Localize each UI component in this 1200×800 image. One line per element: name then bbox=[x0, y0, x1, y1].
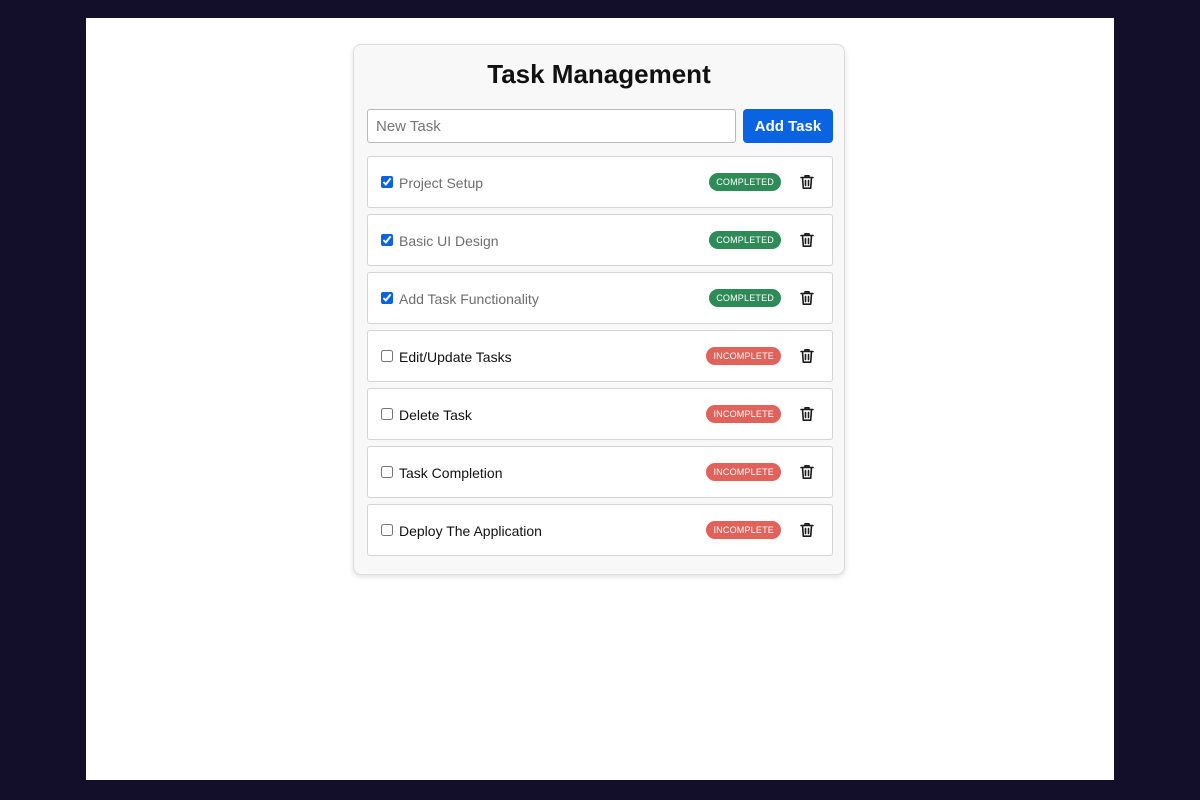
delete-task-button[interactable] bbox=[797, 230, 817, 250]
task-list: Project Setup COMPLETED Basic UI Design … bbox=[367, 156, 833, 562]
task-checkbox[interactable] bbox=[381, 350, 393, 362]
add-task-button[interactable]: Add Task bbox=[743, 109, 833, 143]
task-checkbox[interactable] bbox=[381, 292, 393, 304]
status-badge: COMPLETED bbox=[709, 173, 781, 191]
task-checkbox[interactable] bbox=[381, 176, 393, 188]
trash-icon bbox=[797, 172, 817, 192]
trash-icon bbox=[797, 520, 817, 540]
task-item: Delete Task INCOMPLETE bbox=[367, 388, 833, 440]
trash-icon bbox=[797, 404, 817, 424]
task-item: Edit/Update Tasks INCOMPLETE bbox=[367, 330, 833, 382]
trash-icon bbox=[797, 288, 817, 308]
status-badge: INCOMPLETE bbox=[706, 463, 781, 481]
status-badge: INCOMPLETE bbox=[706, 347, 781, 365]
trash-icon bbox=[797, 230, 817, 250]
task-label: Edit/Update Tasks bbox=[399, 349, 512, 365]
task-checkbox[interactable] bbox=[381, 466, 393, 478]
delete-task-button[interactable] bbox=[797, 404, 817, 424]
task-item: Add Task Functionality COMPLETED bbox=[367, 272, 833, 324]
trash-icon bbox=[797, 462, 817, 482]
status-badge: INCOMPLETE bbox=[706, 405, 781, 423]
delete-task-button[interactable] bbox=[797, 520, 817, 540]
browser-viewport: Task Management Add Task Project Setup C… bbox=[86, 18, 1114, 780]
task-label: Project Setup bbox=[399, 175, 484, 191]
task-checkbox[interactable] bbox=[381, 234, 393, 246]
task-label: Add Task Functionality bbox=[399, 291, 539, 307]
status-badge: INCOMPLETE bbox=[706, 521, 781, 539]
delete-task-button[interactable] bbox=[797, 172, 817, 192]
new-task-input[interactable] bbox=[367, 109, 736, 143]
task-label: Deploy The Application bbox=[399, 523, 542, 539]
task-checkbox[interactable] bbox=[381, 524, 393, 536]
task-item: Project Setup COMPLETED bbox=[367, 156, 833, 208]
trash-icon bbox=[797, 346, 817, 366]
status-badge: COMPLETED bbox=[709, 231, 781, 249]
task-item: Task Completion INCOMPLETE bbox=[367, 446, 833, 498]
task-label: Task Completion bbox=[399, 465, 503, 481]
task-checkbox[interactable] bbox=[381, 408, 393, 420]
task-item: Basic UI Design COMPLETED bbox=[367, 214, 833, 266]
task-card: Task Management Add Task Project Setup C… bbox=[353, 44, 845, 575]
delete-task-button[interactable] bbox=[797, 288, 817, 308]
page-title: Task Management bbox=[487, 59, 711, 89]
status-badge: COMPLETED bbox=[709, 289, 781, 307]
task-label: Delete Task bbox=[399, 407, 472, 423]
delete-task-button[interactable] bbox=[797, 346, 817, 366]
task-label: Basic UI Design bbox=[399, 233, 499, 249]
delete-task-button[interactable] bbox=[797, 462, 817, 482]
task-item: Deploy The Application INCOMPLETE bbox=[367, 504, 833, 556]
